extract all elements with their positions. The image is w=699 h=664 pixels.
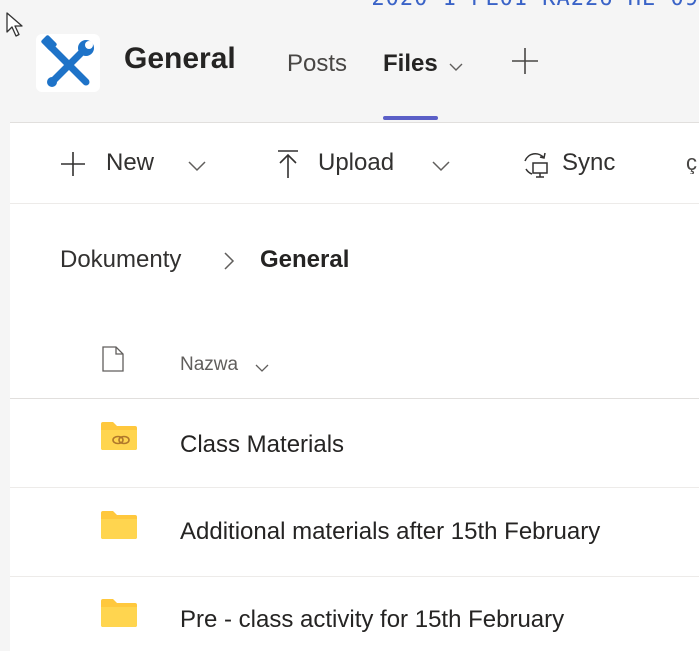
tools-icon (41, 35, 94, 87)
upload-button[interactable]: Upload (318, 149, 394, 177)
column-header-name[interactable]: Nazwa (180, 354, 238, 376)
breadcrumb-current: General (260, 246, 350, 273)
sync-button[interactable]: Sync (562, 149, 615, 177)
breadcrumb-root[interactable]: Dokumenty (60, 246, 181, 274)
tab-posts[interactable]: Posts (287, 50, 347, 78)
shared-folder-icon (100, 421, 138, 456)
list-item[interactable]: Class Materials (10, 399, 699, 488)
chevron-down-icon[interactable] (188, 159, 206, 177)
chevron-down-icon[interactable] (432, 159, 450, 177)
add-tab-button[interactable] (510, 46, 540, 81)
folder-icon (100, 510, 138, 545)
file-type-icon (102, 346, 124, 377)
item-name[interactable]: Additional materials after 15th February (180, 518, 600, 546)
chevron-down-icon[interactable] (255, 360, 269, 378)
item-name[interactable]: Class Materials (180, 431, 344, 459)
new-button[interactable]: New (106, 149, 154, 177)
tab-files[interactable]: Files (383, 50, 438, 78)
sync-icon (520, 149, 550, 184)
list-item[interactable]: Additional materials after 15th February (10, 488, 699, 577)
plus-icon (512, 48, 538, 74)
channel-header (10, 0, 699, 122)
team-code-label: 2020-1-PL01-KA226-HE-09 (371, 0, 699, 11)
mouse-cursor-icon (6, 12, 24, 43)
app-rail-edge (0, 0, 10, 651)
active-tab-indicator (383, 116, 438, 120)
list-header: Nazwa (10, 330, 699, 399)
chevron-right-icon (222, 252, 236, 275)
team-avatar[interactable] (36, 34, 100, 92)
folder-icon (100, 598, 138, 633)
overflow-item-icon[interactable]: ç (686, 150, 699, 174)
plus-icon (60, 151, 86, 182)
channel-title: General (124, 42, 236, 75)
item-name[interactable]: Pre - class activity for 15th February (180, 606, 564, 634)
chevron-down-icon[interactable] (449, 59, 463, 77)
upload-icon (276, 149, 300, 184)
command-bar: New Upload Sync (10, 122, 699, 204)
